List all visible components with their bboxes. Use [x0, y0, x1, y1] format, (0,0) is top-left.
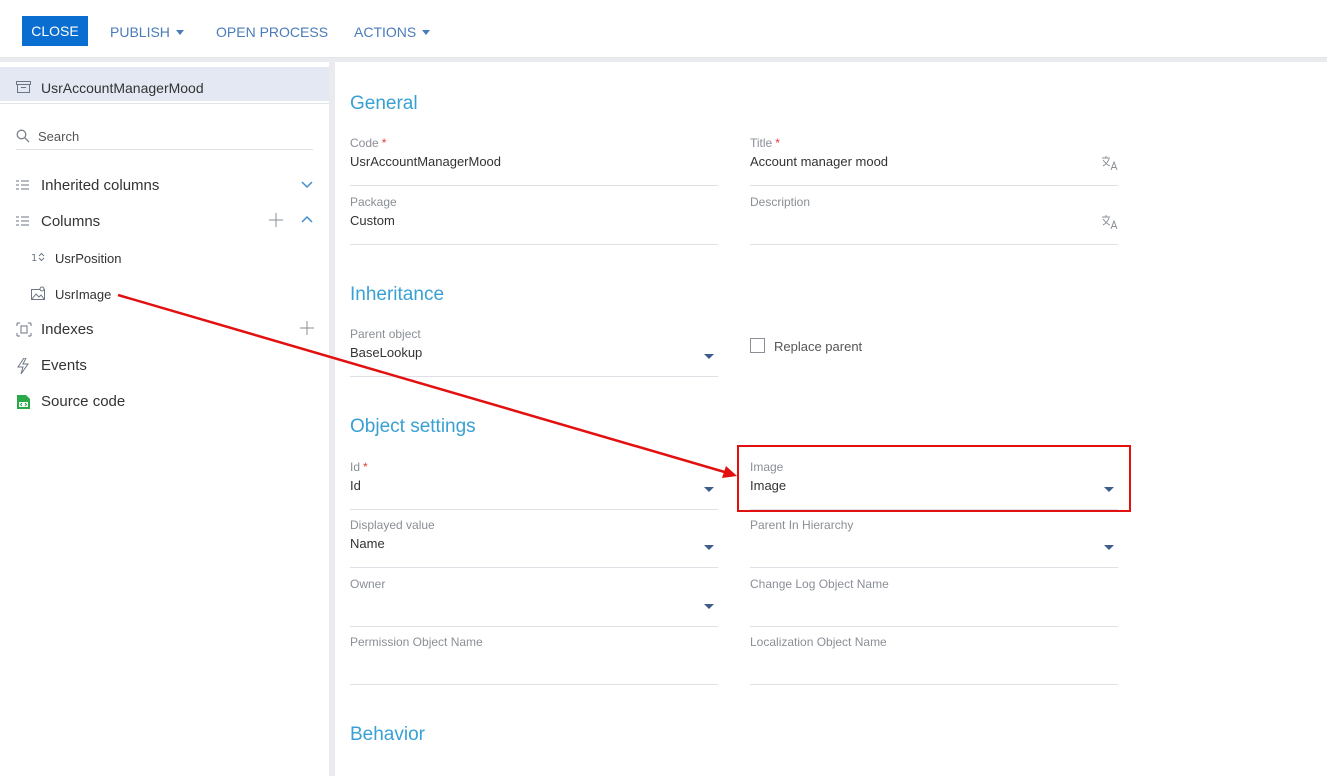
object-icon	[16, 80, 31, 98]
dropdown-arrow-icon[interactable]	[704, 354, 714, 359]
chevron-down-icon[interactable]	[300, 177, 314, 196]
sidebar-item-usrposition[interactable]: 1 UsrPosition	[0, 243, 329, 273]
displayed-value-value: Name	[350, 536, 385, 551]
annotation-highlight-box	[737, 445, 1131, 512]
sidebar-item-inherited-columns[interactable]: Inherited columns	[0, 171, 329, 201]
sidebar-item-columns[interactable]: Columns	[0, 207, 329, 237]
field-label: Title *	[750, 136, 780, 150]
divider	[0, 103, 329, 104]
sidebar-item-label: Events	[41, 357, 87, 374]
checkbox[interactable]	[750, 338, 765, 353]
publish-menu-button[interactable]: PUBLISH	[110, 24, 184, 40]
translate-icon[interactable]	[1102, 215, 1118, 232]
package-value: Custom	[350, 213, 395, 228]
svg-text:1: 1	[31, 253, 37, 263]
id-select[interactable]: Id * Id	[350, 460, 718, 510]
section-title-inheritance: Inheritance	[350, 284, 445, 305]
code-field[interactable]: Code * UsrAccountManagerMood	[350, 136, 718, 186]
publish-label: PUBLISH	[110, 24, 170, 40]
change-log-object-name-field[interactable]: Change Log Object Name	[750, 577, 1118, 627]
localization-object-name-field[interactable]: Localization Object Name	[750, 635, 1118, 685]
lightning-icon	[16, 357, 30, 379]
object-properties-panel: General Code * UsrAccountManagerMood Titl…	[335, 62, 1327, 776]
checkbox-label: Replace parent	[774, 339, 863, 354]
dropdown-arrow-icon[interactable]	[1104, 545, 1114, 550]
chevron-up-icon[interactable]	[300, 213, 314, 232]
search-icon	[16, 129, 30, 148]
dropdown-arrow-icon[interactable]	[704, 545, 714, 550]
image-icon	[31, 286, 47, 306]
columns-icon	[16, 178, 30, 196]
title-value: Account manager mood	[750, 154, 889, 169]
sidebar-item-indexes[interactable]: Indexes	[0, 315, 329, 345]
field-label: Parent In Hierarchy	[750, 518, 854, 532]
field-label: Localization Object Name	[750, 635, 887, 649]
field-label: Package	[350, 195, 397, 209]
field-label: Permission Object Name	[350, 635, 483, 649]
search-placeholder: Search	[38, 129, 80, 144]
sidebar-item-label: Columns	[41, 213, 101, 230]
sidebar-item-label: UsrImage	[55, 287, 112, 302]
dropdown-arrow-icon[interactable]	[704, 604, 714, 609]
toolbar: CLOSE PUBLISH OPEN PROCESS ACTIONS	[0, 0, 1327, 58]
dropdown-arrow-icon[interactable]	[704, 487, 714, 492]
field-label: Description	[750, 195, 811, 209]
object-structure-sidebar: UsrAccountManagerMood Search Inherited c…	[0, 62, 329, 776]
sidebar-item-label: Inherited columns	[41, 177, 160, 194]
section-title-general: General	[350, 93, 418, 114]
code-value: UsrAccountManagerMood	[350, 154, 502, 169]
columns-icon	[16, 214, 30, 232]
search-field[interactable]: Search	[16, 128, 313, 150]
translate-icon[interactable]	[1102, 156, 1118, 173]
package-field[interactable]: Package Custom	[350, 195, 718, 245]
owner-select[interactable]: Owner	[350, 577, 718, 627]
parent-object-select[interactable]: Parent object BaseLookup	[350, 327, 718, 377]
field-label: Parent object	[350, 327, 421, 341]
parent-object-value: BaseLookup	[350, 345, 423, 360]
object-name: UsrAccountManagerMood	[41, 80, 204, 96]
field-label: Owner	[350, 577, 386, 591]
sidebar-item-events[interactable]: Events	[0, 351, 329, 381]
add-column-icon[interactable]	[269, 213, 283, 232]
field-label: Id *	[350, 460, 368, 474]
open-process-button[interactable]: OPEN PROCESS	[216, 24, 328, 40]
actions-menu-button[interactable]: ACTIONS	[354, 24, 431, 40]
add-index-icon[interactable]	[300, 321, 314, 340]
index-icon	[16, 322, 32, 342]
sidebar-item-label: Indexes	[41, 321, 94, 338]
displayed-value-select[interactable]: Displayed value Name	[350, 518, 718, 568]
field-label: Displayed value	[350, 518, 435, 532]
permission-object-name-field[interactable]: Permission Object Name	[350, 635, 718, 685]
sidebar-item-label: Source code	[41, 393, 126, 410]
sidebar-item-usrimage[interactable]: UsrImage	[0, 279, 329, 309]
section-title-object-settings: Object settings	[350, 416, 476, 437]
description-field[interactable]: Description	[750, 195, 1118, 245]
field-label: Code *	[350, 136, 387, 150]
parent-in-hierarchy-select[interactable]: Parent In Hierarchy	[750, 518, 1118, 568]
chevron-down-icon	[175, 29, 184, 35]
number-icon: 1	[31, 250, 47, 268]
object-root-item[interactable]: UsrAccountManagerMood	[0, 67, 329, 101]
sidebar-item-label: UsrPosition	[55, 251, 122, 266]
close-button[interactable]: CLOSE	[22, 16, 88, 46]
actions-label: ACTIONS	[354, 24, 417, 40]
title-field[interactable]: Title * Account manager mood	[750, 136, 1118, 186]
id-value: Id	[350, 478, 361, 493]
chevron-down-icon	[422, 29, 431, 35]
section-title-behavior: Behavior	[350, 724, 425, 745]
field-label: Change Log Object Name	[750, 577, 889, 591]
sidebar-item-source-code[interactable]: Source code	[0, 387, 329, 417]
source-code-icon	[16, 394, 31, 415]
